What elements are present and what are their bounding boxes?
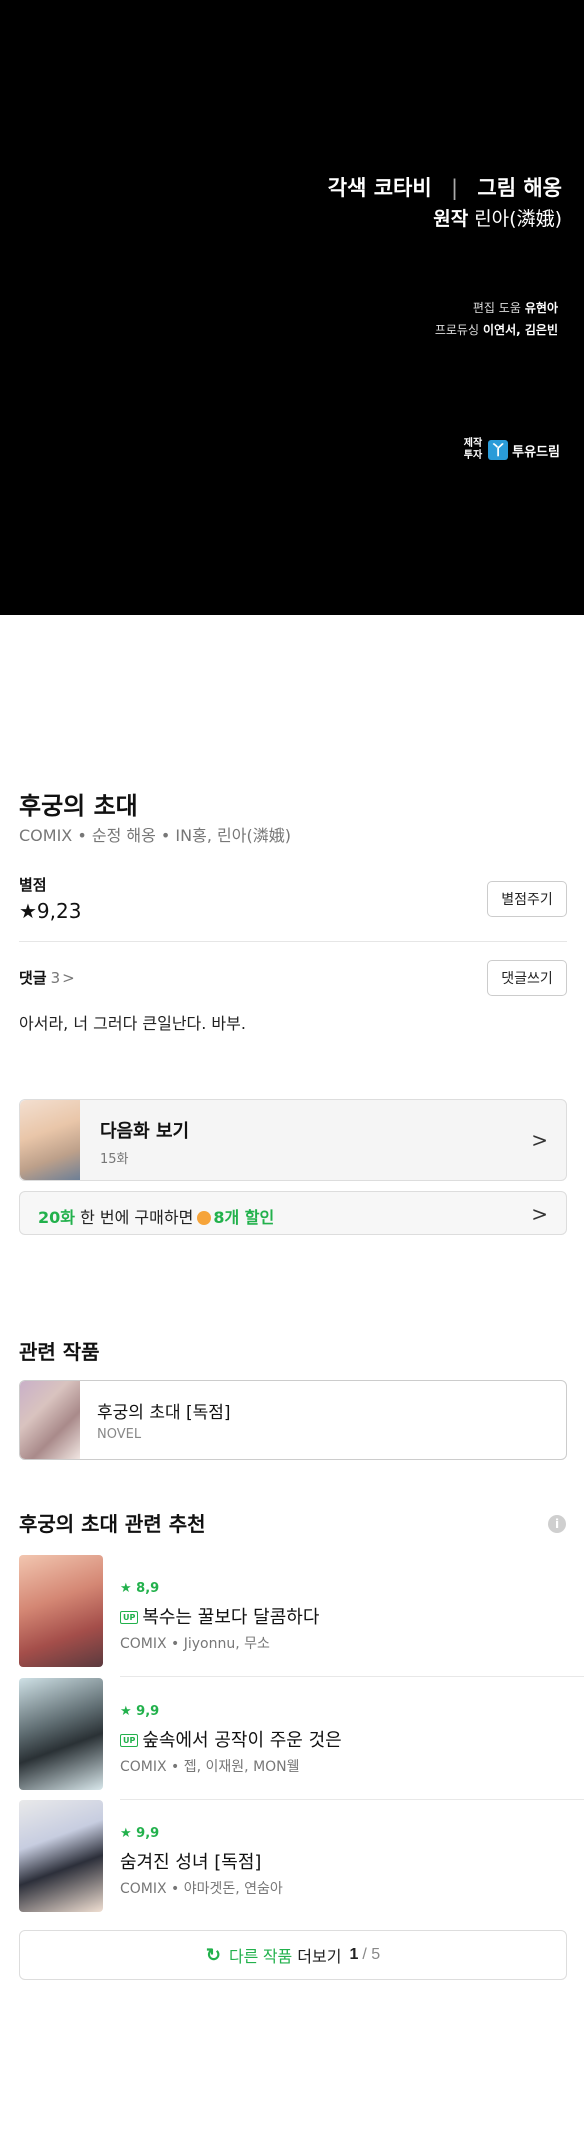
recommend-thumbnail — [19, 1678, 103, 1790]
recommend-thumbnail — [19, 1555, 103, 1667]
up-badge: UP — [120, 1611, 139, 1624]
adaptation-name: 코타비 — [373, 176, 432, 200]
more-label-green: 다른 작품 — [228, 1949, 293, 1966]
recommend-rating: ★ 9,9 — [120, 1826, 160, 1841]
edit-label: 편집 도움 — [472, 301, 521, 315]
more-label: 더보기 — [297, 1949, 342, 1966]
coin-icon — [197, 1211, 212, 1225]
recommend-item[interactable]: ★ 8,9 UP 복수는 꿀보다 달콤하다 COMIX • Jiyonnu, 무소 — [19, 1555, 584, 1677]
next-episode-number: 15화 — [100, 1152, 129, 1167]
bulk-discount-desc: 한 번에 구매하면 — [75, 1208, 194, 1227]
related-section-title: 관련 작품 — [19, 1340, 100, 1364]
more-page: 1 — [349, 1946, 359, 1963]
recommend-title-text: 숲속에서 공작이 주운 것은 — [142, 1730, 342, 1751]
divider — [120, 1676, 584, 1677]
related-work-card[interactable]: 후궁의 초대 [독점] NOVEL — [19, 1380, 567, 1460]
producer-name: 투유드림 — [512, 444, 560, 460]
related-work-type: NOVEL — [97, 1427, 142, 1442]
top-comment: 아서라, 너 그러다 큰일난다. 바부. — [19, 1014, 246, 1033]
recommend-rating: ★ 8,9 — [120, 1581, 160, 1596]
info-icon[interactable]: i — [548, 1515, 566, 1533]
credits-separator: | — [451, 176, 459, 200]
producer-label-line-2: 투자 — [463, 450, 483, 461]
comments-label: 댓글 — [19, 969, 47, 987]
rating-value: ★9,23 — [19, 899, 82, 923]
comments-count: 3 — [50, 969, 61, 987]
related-work-thumbnail — [20, 1381, 80, 1459]
producer-label: 제작 투자 — [464, 438, 482, 462]
more-recommendations-button[interactable]: ↻ 다른 작품 더보기 1 / 5 — [19, 1930, 567, 1980]
recommend-section-title: 후궁의 초대 관련 추천 — [19, 1508, 206, 1537]
recommend-item[interactable]: ★ 9,9 숨겨진 성녀 [독점] COMIX • 야마겟돈, 연숨아 — [19, 1800, 584, 1912]
recommend-meta: COMIX • 젭, 이재원, MON웰 — [120, 1759, 300, 1775]
bulk-discount-count: 20화 — [38, 1208, 75, 1227]
recommend-title: UP 복수는 꿀보다 달콤하다 — [120, 1603, 319, 1629]
rate-button[interactable]: 별점주기 — [487, 881, 567, 917]
art-name: 해옹 — [523, 176, 562, 200]
next-episode-card[interactable]: 다음화 보기 15화 > — [19, 1099, 567, 1181]
up-badge: UP — [120, 1734, 139, 1747]
recommend-meta: COMIX • 야마겟돈, 연숨아 — [120, 1881, 283, 1897]
work-title: 후궁의 초대 — [19, 792, 138, 820]
chevron-right-icon: > — [531, 1128, 548, 1152]
recommend-thumbnail — [19, 1800, 103, 1912]
recommend-rating: ★ 9,9 — [120, 1704, 160, 1719]
divider — [19, 941, 567, 942]
art-label: 그림 — [477, 176, 517, 200]
recommend-title-rest: 관련 추천 — [117, 1512, 206, 1536]
producer-credit: 제작 투자 丫 투유드림 — [464, 438, 560, 462]
adaptation-label: 각색 — [327, 176, 367, 200]
bulk-discount-amount: 8개 할인 — [213, 1208, 275, 1227]
recommend-title: UP 숲속에서 공작이 주운 것은 — [120, 1726, 342, 1752]
recommend-meta: COMIX • Jiyonnu, 무소 — [120, 1636, 270, 1652]
chevron-right-icon: > — [62, 969, 75, 987]
bulk-discount-banner[interactable]: 20화 한 번에 구매하면 8개 할인 > — [19, 1191, 567, 1235]
refresh-icon: ↻ — [205, 1944, 221, 1965]
original-name: 린아(潾娥) — [474, 208, 562, 230]
recommend-item[interactable]: ★ 9,9 UP 숲속에서 공작이 주운 것은 COMIX • 젭, 이재원, M… — [19, 1678, 584, 1800]
credits-panel: 각색 코타비 | 그림 해옹 원작 린아(潾娥) 편집 도움 유현아 프로듀싱 이연서… — [0, 0, 584, 615]
producer-label-line-1: 제작 — [463, 438, 483, 449]
bulk-discount-text: 20화 한 번에 구매하면 8개 할인 — [38, 1204, 274, 1228]
producing-names: 이연서, 김은빈 — [483, 323, 558, 337]
chevron-right-icon: > — [531, 1202, 548, 1226]
credits-adaptation-art: 각색 코타비 | 그림 해옹 — [328, 172, 562, 202]
original-label: 원작 — [433, 208, 469, 230]
rating-label: 별점 — [19, 876, 47, 894]
work-meta: COMIX • 순정 해옹 • IN홍, 린아(潾娥) — [19, 826, 291, 845]
credits-original: 원작 린아(潾娥) — [433, 204, 562, 231]
next-episode-thumbnail — [20, 1100, 80, 1180]
studio-logo-icon: 丫 — [488, 440, 509, 460]
page: 각색 코타비 | 그림 해옹 원작 린아(潾娥) 편집 도움 유현아 프로듀싱 이연서… — [0, 0, 584, 2130]
recommend-title-work: 후궁의 초대 — [19, 1512, 118, 1536]
write-comment-button[interactable]: 댓글쓰기 — [487, 960, 567, 996]
recommend-title: 숨겨진 성녀 [독점] — [120, 1852, 262, 1873]
credits-producing: 프로듀싱 이연서, 김은빈 — [435, 321, 558, 338]
more-total: / 5 — [362, 1946, 381, 1963]
credits-edit: 편집 도움 유현아 — [473, 299, 558, 316]
recommend-title-text: 복수는 꿀보다 달콤하다 — [142, 1607, 320, 1628]
producing-label: 프로듀싱 — [434, 323, 480, 337]
related-work-title: 후궁의 초대 [독점] — [97, 1403, 231, 1423]
edit-name: 유현아 — [524, 301, 558, 315]
next-episode-title: 다음화 보기 — [100, 1121, 190, 1142]
comments-link[interactable]: 댓글 3 > — [19, 967, 75, 988]
